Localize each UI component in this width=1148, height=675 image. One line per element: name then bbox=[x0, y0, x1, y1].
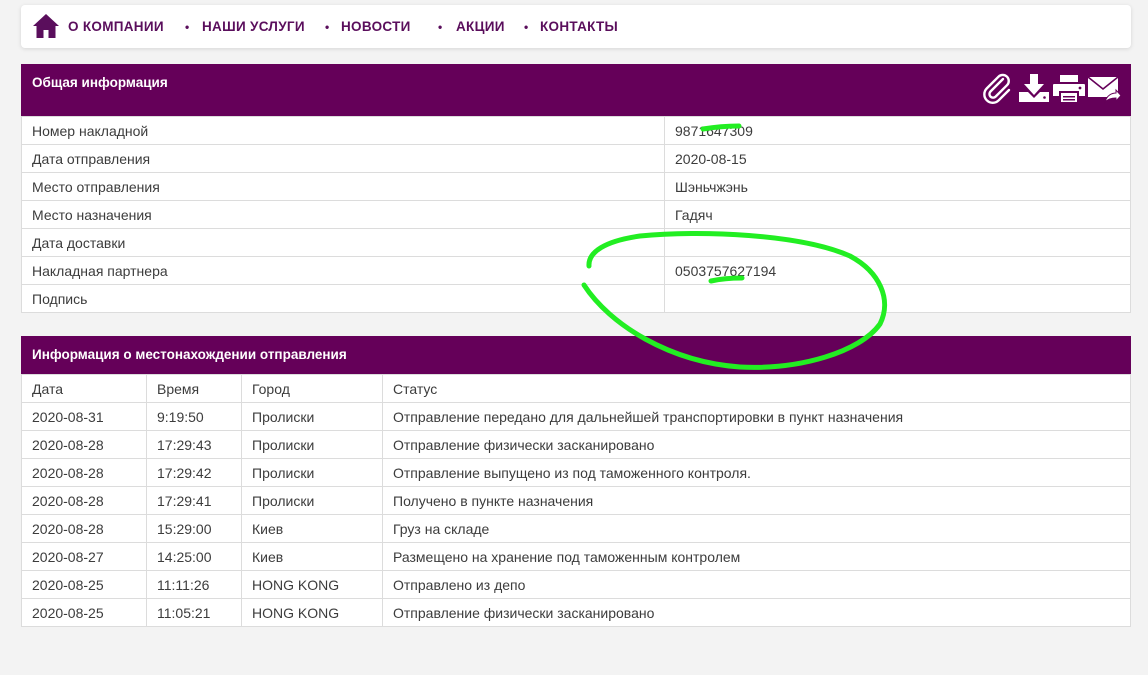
general-info-table: Номер накладной 9871647309 Дата отправле… bbox=[21, 116, 1131, 313]
email-forward-icon[interactable] bbox=[1087, 72, 1121, 106]
table-row: Место назначения Гадяч bbox=[21, 200, 1131, 229]
table-row: 2020-08-27 14:25:00 Киев Размещено на хр… bbox=[21, 542, 1131, 571]
nav-separator: • bbox=[325, 20, 330, 34]
tracking-panel: Информация о местонахождении отправления… bbox=[21, 336, 1131, 627]
table-row: Дата отправления 2020-08-15 bbox=[21, 144, 1131, 173]
row-value: 0503757627194 bbox=[664, 256, 1131, 285]
table-row: Номер накладной 9871647309 bbox=[21, 116, 1131, 145]
cell-date: 2020-08-27 bbox=[21, 542, 147, 571]
row-value: Гадяч bbox=[664, 200, 1131, 229]
home-icon[interactable] bbox=[32, 13, 60, 39]
nav-item-news[interactable]: НОВОСТИ bbox=[341, 18, 411, 36]
cell-city: Пролиски bbox=[241, 402, 383, 431]
cell-time: 11:11:26 bbox=[146, 570, 242, 599]
row-label: Номер накладной bbox=[21, 116, 665, 145]
row-label: Дата отправления bbox=[21, 144, 665, 173]
toolbar bbox=[981, 72, 1121, 106]
row-value: 9871647309 bbox=[664, 116, 1131, 145]
cell-status: Груз на складе bbox=[382, 514, 1131, 543]
cell-city: Пролиски bbox=[241, 430, 383, 459]
nav-item-about[interactable]: О КОМПАНИИ bbox=[68, 18, 164, 36]
table-header-row: Дата Время Город Статус bbox=[21, 374, 1131, 403]
tracking-title: Информация о местонахождении отправления bbox=[32, 347, 347, 362]
table-row: 2020-08-28 17:29:41 Пролиски Получено в … bbox=[21, 486, 1131, 515]
tracking-header: Информация о местонахождении отправления bbox=[21, 336, 1131, 374]
table-row: 2020-08-31 9:19:50 Пролиски Отправление … bbox=[21, 402, 1131, 431]
nav-separator: • bbox=[524, 20, 529, 34]
general-info-panel: Общая информация Номер накладной 9871647… bbox=[21, 64, 1131, 313]
row-label: Дата доставки bbox=[21, 228, 665, 257]
cell-city: HONG KONG bbox=[241, 570, 383, 599]
row-value: Шэньчжэнь bbox=[664, 172, 1131, 201]
nav-separator: • bbox=[438, 20, 443, 34]
cell-status: Отправление физически засканировано bbox=[382, 598, 1131, 627]
cell-time: 17:29:42 bbox=[146, 458, 242, 487]
print-icon[interactable] bbox=[1052, 72, 1086, 106]
table-row: 2020-08-28 17:29:43 Пролиски Отправление… bbox=[21, 430, 1131, 459]
row-label: Подпись bbox=[21, 284, 665, 313]
table-row: Подпись bbox=[21, 284, 1131, 313]
cell-date: 2020-08-28 bbox=[21, 458, 147, 487]
cell-city: Пролиски bbox=[241, 458, 383, 487]
cell-status: Отправление выпущено из под таможенного … bbox=[382, 458, 1131, 487]
row-label: Место отправления bbox=[21, 172, 665, 201]
row-value bbox=[664, 284, 1131, 313]
column-header-status: Статус bbox=[382, 374, 1131, 403]
cell-date: 2020-08-28 bbox=[21, 514, 147, 543]
cell-city: Пролиски bbox=[241, 486, 383, 515]
cell-date: 2020-08-31 bbox=[21, 402, 147, 431]
nav-item-services[interactable]: НАШИ УСЛУГИ bbox=[202, 18, 305, 36]
cell-time: 9:19:50 bbox=[146, 402, 242, 431]
table-row: 2020-08-25 11:11:26 HONG KONG Отправлено… bbox=[21, 570, 1131, 599]
cell-status: Отправление физически засканировано bbox=[382, 430, 1131, 459]
cell-status: Размещено на хранение под таможенным кон… bbox=[382, 542, 1131, 571]
download-icon[interactable] bbox=[1017, 72, 1051, 106]
column-header-date: Дата bbox=[21, 374, 147, 403]
cell-time: 15:29:00 bbox=[146, 514, 242, 543]
top-navbar: О КОМПАНИИ • НАШИ УСЛУГИ • НОВОСТИ • АКЦ… bbox=[21, 5, 1131, 48]
column-header-city: Город bbox=[241, 374, 383, 403]
paperclip-icon[interactable] bbox=[981, 72, 1015, 106]
cell-date: 2020-08-28 bbox=[21, 430, 147, 459]
row-label: Накладная партнера bbox=[21, 256, 665, 285]
table-row: Дата доставки bbox=[21, 228, 1131, 257]
row-label: Место назначения bbox=[21, 200, 665, 229]
cell-date: 2020-08-25 bbox=[21, 598, 147, 627]
cell-city: Киев bbox=[241, 542, 383, 571]
nav-item-contacts[interactable]: КОНТАКТЫ bbox=[540, 18, 618, 36]
cell-time: 17:29:43 bbox=[146, 430, 242, 459]
cell-status: Получено в пункте назначения bbox=[382, 486, 1131, 515]
cell-date: 2020-08-28 bbox=[21, 486, 147, 515]
nav-item-promotions[interactable]: АКЦИИ bbox=[456, 18, 505, 36]
cell-date: 2020-08-25 bbox=[21, 570, 147, 599]
cell-time: 17:29:41 bbox=[146, 486, 242, 515]
cell-city: HONG KONG bbox=[241, 598, 383, 627]
table-row: Место отправления Шэньчжэнь bbox=[21, 172, 1131, 201]
general-info-title: Общая информация bbox=[32, 75, 168, 90]
cell-status: Отправление передано для дальнейшей тран… bbox=[382, 402, 1131, 431]
general-info-header: Общая информация bbox=[21, 64, 1131, 116]
row-value: 2020-08-15 bbox=[664, 144, 1131, 173]
column-header-time: Время bbox=[146, 374, 242, 403]
cell-time: 11:05:21 bbox=[146, 598, 242, 627]
table-row: 2020-08-28 17:29:42 Пролиски Отправление… bbox=[21, 458, 1131, 487]
table-row: 2020-08-28 15:29:00 Киев Груз на складе bbox=[21, 514, 1131, 543]
tracking-table: Дата Время Город Статус 2020-08-31 9:19:… bbox=[21, 374, 1131, 627]
nav-separator: • bbox=[185, 20, 190, 34]
table-row: Накладная партнера 0503757627194 bbox=[21, 256, 1131, 285]
cell-city: Киев bbox=[241, 514, 383, 543]
cell-time: 14:25:00 bbox=[146, 542, 242, 571]
row-value bbox=[664, 228, 1131, 257]
cell-status: Отправлено из депо bbox=[382, 570, 1131, 599]
table-row: 2020-08-25 11:05:21 HONG KONG Отправлени… bbox=[21, 598, 1131, 627]
